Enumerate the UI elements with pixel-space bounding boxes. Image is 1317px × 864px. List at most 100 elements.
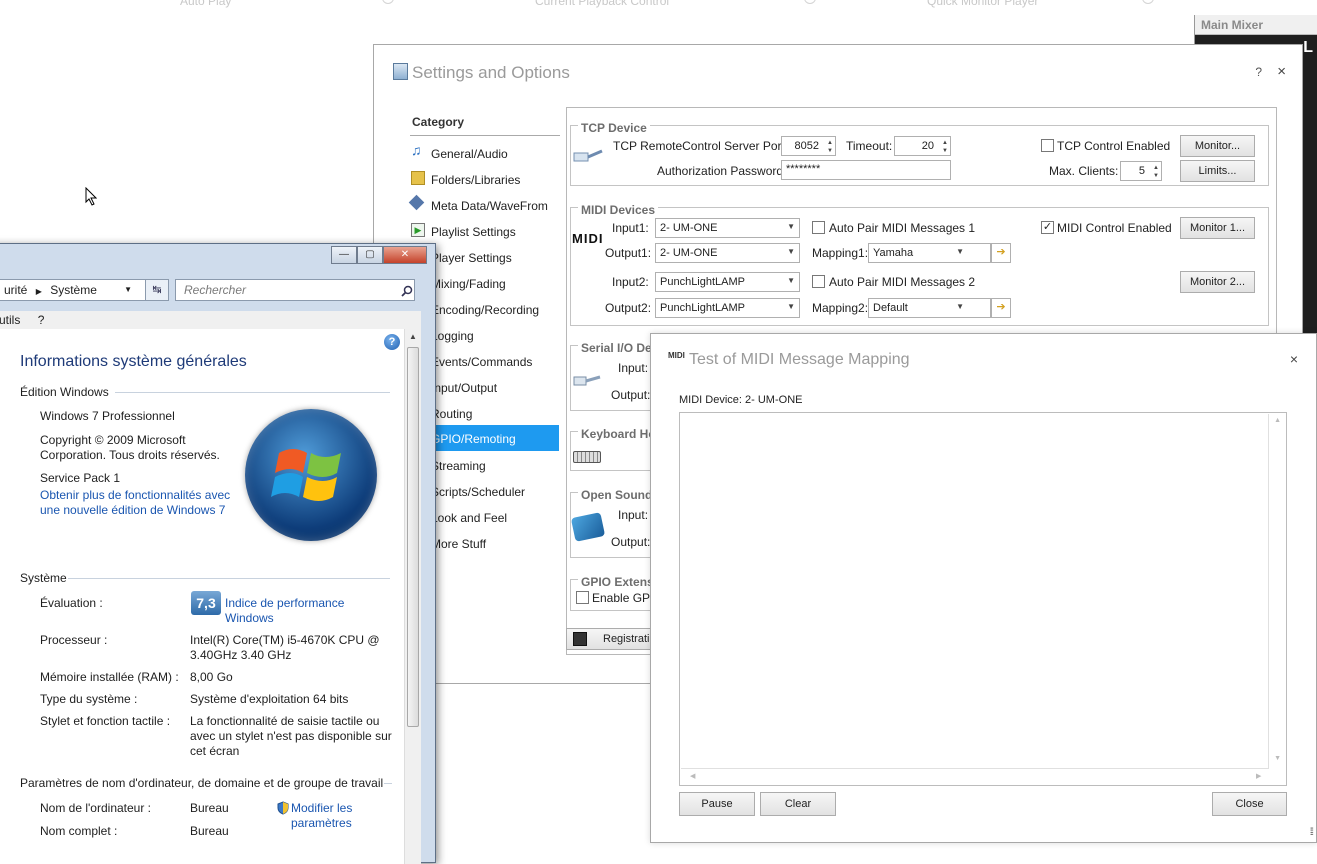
- edit-mapping-icon[interactable]: ➔: [991, 298, 1011, 318]
- mixer-channel-label: L: [1303, 39, 1313, 56]
- address-bar[interactable]: urité ▶ Système ▼: [0, 279, 161, 301]
- mapping2-label: Mapping2:: [812, 301, 869, 315]
- close-icon[interactable]: ×: [1277, 63, 1286, 80]
- scroll-right-icon[interactable]: ▶: [1256, 772, 1261, 780]
- enable-gpio-checkbox[interactable]: [576, 591, 589, 604]
- limits-button[interactable]: Limits...: [1180, 160, 1255, 182]
- mapping1-select[interactable]: Yamaha ▼: [868, 243, 991, 263]
- settings-icon: [393, 63, 408, 80]
- background-toolbar: Auto Play i Current Playback Control i Q…: [0, 0, 1317, 14]
- system-info-content: ? Informations système générales Édition…: [0, 329, 404, 864]
- spin-up-icon[interactable]: ▲: [825, 139, 833, 147]
- refresh-icon[interactable]: ↹: [145, 279, 169, 301]
- spin-down-icon[interactable]: ▼: [825, 147, 833, 155]
- category-meta-data[interactable]: Meta Data/WaveFrom: [407, 192, 559, 218]
- output2-select[interactable]: PunchLightLAMP ▼: [655, 298, 800, 318]
- close-icon[interactable]: ✕: [383, 246, 427, 264]
- input2-select[interactable]: PunchLightLAMP ▼: [655, 272, 800, 292]
- timeout-spinner[interactable]: 20 ▲ ▼: [894, 136, 951, 156]
- close-icon[interactable]: ×: [1290, 351, 1298, 367]
- scroll-down-icon[interactable]: ▼: [1274, 755, 1281, 762]
- group-title: Keyboard Ho: [578, 427, 659, 441]
- breadcrumb-prev[interactable]: urité: [4, 283, 27, 297]
- mapping2-select[interactable]: Default ▼: [868, 298, 991, 318]
- breadcrumb-current[interactable]: Système: [50, 283, 97, 297]
- info-icon[interactable]: i: [382, 0, 394, 4]
- network-cable-icon: [573, 149, 603, 162]
- tcp-enabled-label: TCP Control Enabled: [1057, 139, 1171, 153]
- spin-down-icon[interactable]: ▼: [940, 147, 948, 155]
- search-input[interactable]: Rechercher: [175, 279, 415, 301]
- vertical-scrollbar[interactable]: ▲: [404, 329, 421, 864]
- autopair1-checkbox[interactable]: [812, 221, 825, 234]
- tab-current-playback[interactable]: Current Playback Control: [535, 0, 669, 8]
- minimize-icon[interactable]: —: [331, 246, 357, 264]
- midi-device-label: MIDI Device:: [679, 394, 742, 406]
- help-icon[interactable]: ?: [384, 334, 400, 350]
- category-folders[interactable]: Folders/Libraries: [407, 166, 559, 192]
- monitor1-button[interactable]: Monitor 1...: [1180, 217, 1255, 239]
- help-button[interactable]: ?: [1255, 65, 1262, 79]
- input1-label: Input1:: [612, 221, 649, 235]
- tab-quick-monitor[interactable]: Quick Monitor Player: [927, 0, 1038, 8]
- tcp-port-spinner[interactable]: 8052 ▲ ▼: [781, 136, 836, 156]
- processor-value: Intel(R) Core(TM) i5-4670K CPU @: [190, 633, 380, 647]
- menu-tools[interactable]: utils: [0, 313, 20, 327]
- category-playlist[interactable]: ▶ Playlist Settings: [407, 218, 559, 244]
- chevron-down-icon[interactable]: ▼: [124, 285, 132, 294]
- autopair2-checkbox[interactable]: [812, 275, 825, 288]
- midi-message-log[interactable]: ▲ ▼ ◀ ▶: [679, 412, 1287, 786]
- scroll-up-icon[interactable]: ▲: [409, 332, 417, 341]
- search-icon[interactable]: [401, 285, 413, 297]
- input2-label: Input2:: [612, 275, 649, 289]
- clear-button[interactable]: Clear: [760, 792, 836, 816]
- tcp-enabled-checkbox[interactable]: [1041, 139, 1054, 152]
- windows-logo-icon: [245, 409, 377, 541]
- scroll-thumb[interactable]: [407, 347, 419, 727]
- midi-enabled-checkbox[interactable]: ✓: [1041, 221, 1054, 234]
- spin-down-icon[interactable]: ▼: [1151, 172, 1159, 180]
- system-info-window: — ▢ ✕ urité ▶ Système ▼ ↹ Rechercher uti…: [0, 243, 436, 864]
- group-title: TCP Device: [578, 121, 650, 135]
- autopair1-label: Auto Pair MIDI Messages 1: [829, 221, 976, 235]
- input1-select[interactable]: 2- UM-ONE ▼: [655, 218, 800, 238]
- chevron-down-icon: ▼: [787, 302, 795, 311]
- autopair2-label: Auto Pair MIDI Messages 2: [829, 275, 976, 289]
- resize-grip-icon[interactable]: ⁞⁞⁞: [1310, 827, 1315, 838]
- modify-settings-link[interactable]: Modifier les: [291, 801, 352, 815]
- tab-auto-play[interactable]: Auto Play: [180, 0, 231, 8]
- category-heading: Category: [412, 115, 465, 129]
- osc-output-label: Output:: [611, 535, 651, 549]
- maximize-icon[interactable]: ▢: [357, 246, 383, 264]
- play-icon: ▶: [411, 223, 425, 237]
- copyright-line-2: Corporation. Tous droits réservés.: [40, 448, 220, 462]
- menu-help[interactable]: ?: [38, 313, 45, 327]
- spin-up-icon[interactable]: ▲: [940, 139, 948, 147]
- output1-select[interactable]: 2- UM-ONE ▼: [655, 243, 800, 263]
- performance-index-link[interactable]: Indice de performance: [225, 596, 344, 610]
- upgrade-link-line2[interactable]: une nouvelle édition de Windows 7: [40, 503, 225, 517]
- monitor2-button[interactable]: Monitor 2...: [1180, 271, 1255, 293]
- registration-button[interactable]: Registrati: [566, 628, 656, 650]
- max-clients-spinner[interactable]: 5 ▲ ▼: [1120, 161, 1162, 181]
- upgrade-link[interactable]: Obtenir plus de fonctionnalités avec: [40, 488, 230, 502]
- close-button[interactable]: Close: [1212, 792, 1287, 816]
- category-general-audio[interactable]: ♫ General/Audio: [407, 140, 559, 166]
- scroll-up-icon[interactable]: ▲: [1274, 417, 1281, 424]
- rating-label: Évaluation :: [40, 596, 103, 610]
- spin-up-icon[interactable]: ▲: [1151, 164, 1159, 172]
- password-field[interactable]: ********: [781, 160, 951, 180]
- info-icon[interactable]: i: [804, 0, 816, 4]
- full-name-label: Nom complet :: [40, 824, 118, 838]
- pen-touch-value-line3: cet écran: [190, 744, 240, 758]
- performance-index-link-line2[interactable]: Windows: [225, 611, 274, 625]
- output1-label: Output1:: [605, 246, 652, 260]
- pause-button[interactable]: Pause: [679, 792, 755, 816]
- tcp-monitor-button[interactable]: Monitor...: [1180, 135, 1255, 157]
- edit-mapping-icon[interactable]: ➔: [991, 243, 1011, 263]
- midi-test-dialog: MIDI Test of MIDI Message Mapping × MIDI…: [650, 333, 1317, 843]
- info-icon[interactable]: i: [1142, 0, 1154, 4]
- serial-input-label: Input:: [618, 361, 649, 375]
- scroll-left-icon[interactable]: ◀: [690, 772, 695, 780]
- modify-settings-link-line2[interactable]: paramètres: [291, 816, 352, 830]
